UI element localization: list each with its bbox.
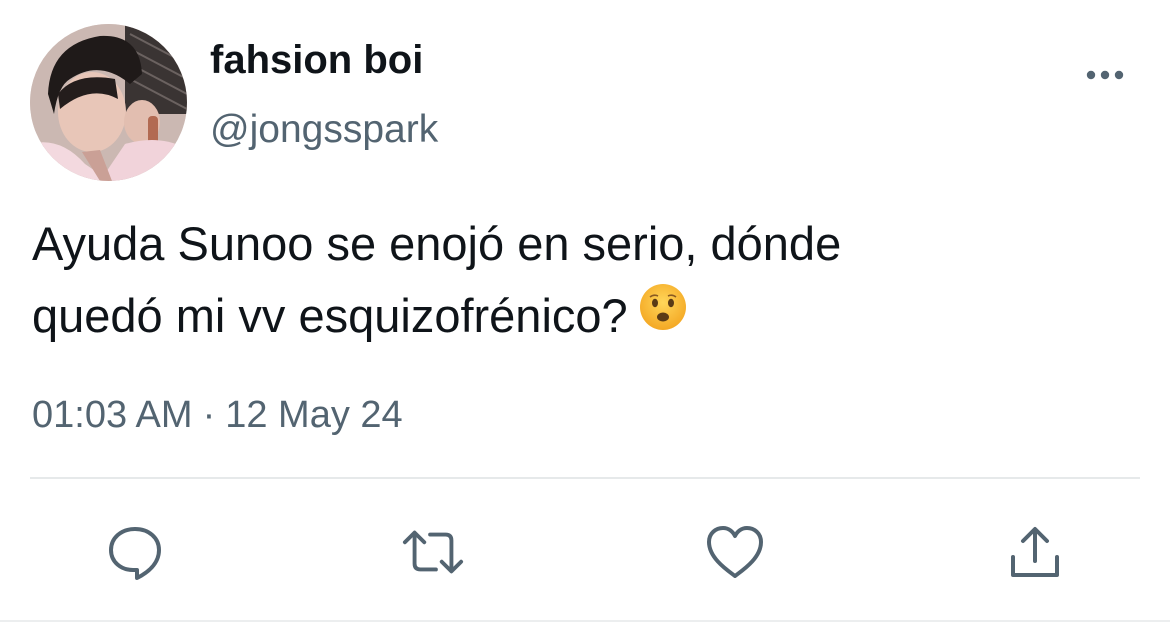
tweet-text-fragment: quedó mi vv esquizofrénico? <box>32 289 628 342</box>
reply-button[interactable] <box>103 520 167 584</box>
profile-photo-icon <box>30 24 187 181</box>
share-button[interactable] <box>1003 520 1067 584</box>
retweet-icon <box>402 530 464 574</box>
tweet-card: fahsion boi @jongsspark Ayuda Sunoo se e… <box>0 0 1170 642</box>
tweet-timestamp[interactable]: 01:03 AM · 12 May 24 <box>32 394 403 437</box>
meta-separator: · <box>202 394 216 436</box>
reply-icon <box>109 527 161 580</box>
tweet-date: 12 May 24 <box>225 394 403 436</box>
more-dots-icon <box>1086 70 1124 80</box>
more-options-button[interactable] <box>1080 58 1130 92</box>
tweet-text: Ayuda Sunoo se enojó en serio, dónde que… <box>32 208 1132 356</box>
like-button[interactable] <box>703 520 767 584</box>
frowning-face-emoji-icon <box>638 280 688 352</box>
heart-icon <box>707 526 763 578</box>
avatar[interactable] <box>30 24 187 181</box>
tweet-text-line: quedó mi vv esquizofrénico? <box>32 280 1132 356</box>
share-icon <box>1011 527 1059 577</box>
retweet-button[interactable] <box>401 520 465 584</box>
display-name[interactable]: fahsion boi <box>210 38 423 83</box>
tweet-text-line: Ayuda Sunoo se enojó en serio, dónde <box>32 217 842 270</box>
tweet-time: 01:03 AM <box>32 394 193 436</box>
user-handle[interactable]: @jongsspark <box>210 108 438 152</box>
divider <box>30 477 1140 479</box>
bottom-divider <box>0 620 1170 622</box>
